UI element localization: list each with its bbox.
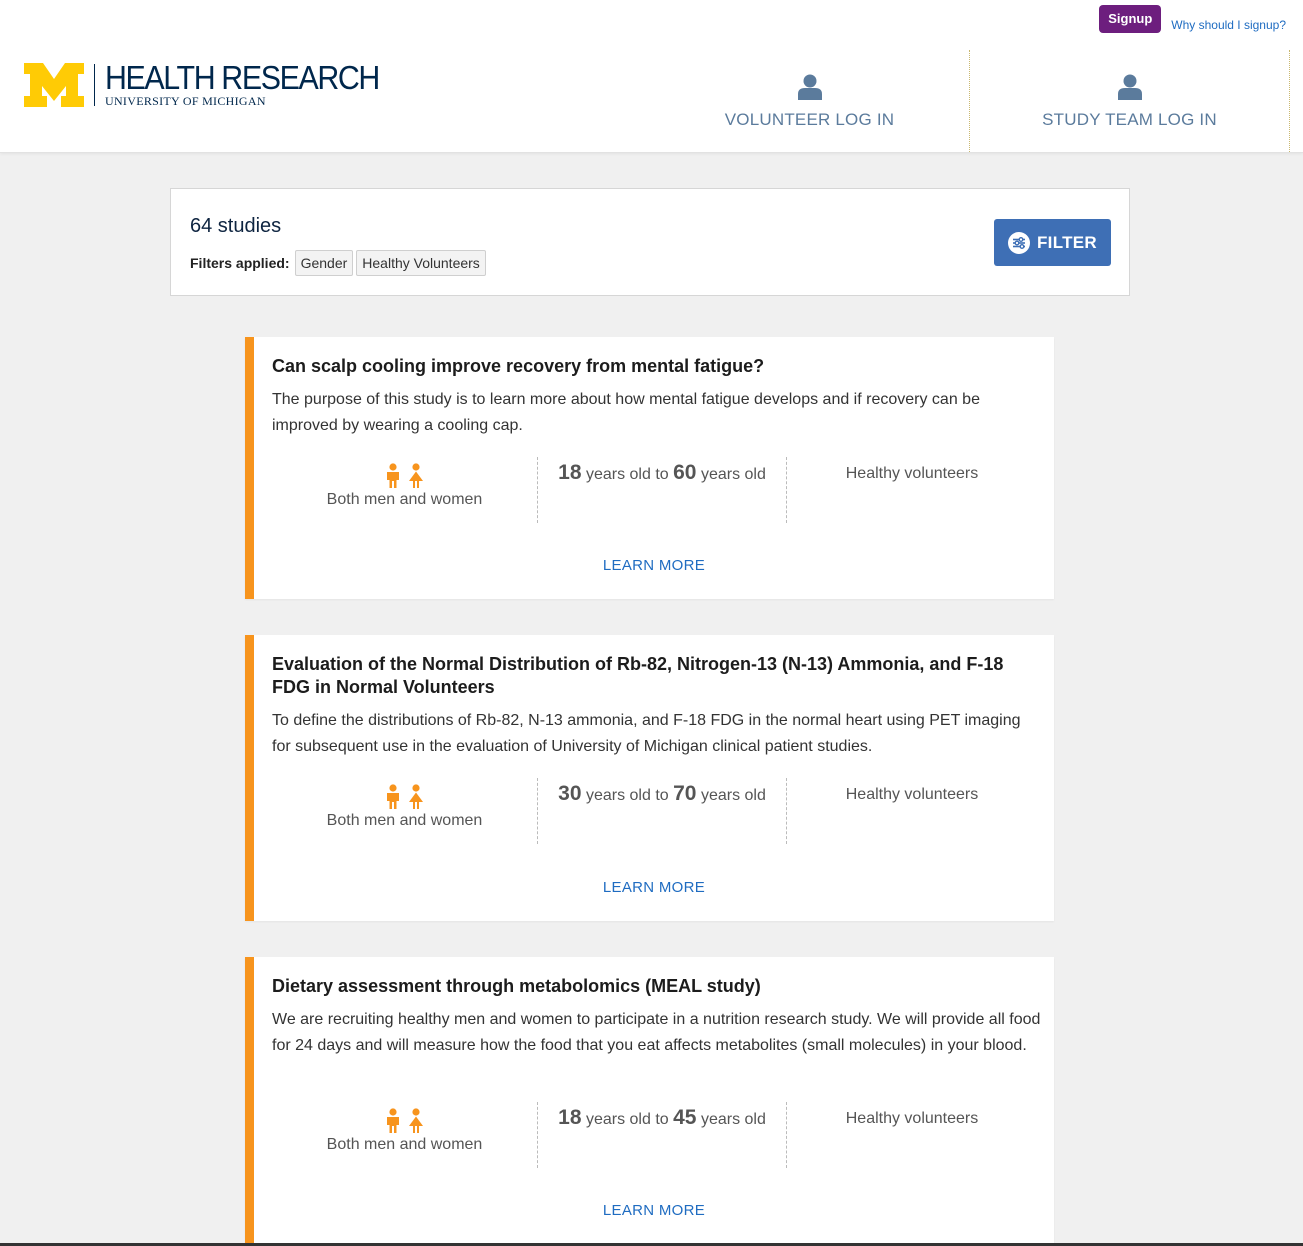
gender-text: Both men and women <box>326 812 483 829</box>
age-range: 30 years old to 70 years old <box>538 778 787 844</box>
study-team-login-tab[interactable]: STUDY TEAM LOG IN <box>970 50 1290 152</box>
gender-text: Both men and women <box>326 491 483 508</box>
why-signup-link[interactable]: Why should I signup? <box>1171 18 1286 32</box>
study-title[interactable]: Can scalp cooling improve recovery from … <box>272 355 1042 378</box>
age-min: 18 <box>558 1106 582 1129</box>
age-max: 45 <box>673 1106 697 1129</box>
study-description: The purpose of this study is to learn mo… <box>272 391 980 434</box>
study-description: To define the distributions of Rb-82, N-… <box>272 712 1021 755</box>
study-title[interactable]: Dietary assessment through metabolomics … <box>272 975 1042 998</box>
volunteer-type-text: Healthy volunteers <box>845 786 979 803</box>
filter-button-label: FILTER <box>1036 232 1098 252</box>
volunteer-login-tab[interactable]: VOLUNTEER LOG IN <box>650 50 970 152</box>
person-icon <box>797 74 822 100</box>
gender-text: Both men and women <box>326 1136 483 1153</box>
age-end-text: years old <box>700 1111 766 1128</box>
applied-filters: Filters applied: Gender Healthy Voluntee… <box>190 250 489 276</box>
male-icon <box>386 1108 399 1133</box>
logo-subtitle: UNIVERSITY OF MICHIGAN <box>105 94 266 108</box>
age-max: 60 <box>673 461 697 484</box>
age-range: 18 years old to 60 years old <box>538 457 787 523</box>
volunteer-type-text: Healthy volunteers <box>845 1110 979 1127</box>
male-icon <box>386 463 399 488</box>
filters-label: Filters applied: <box>190 255 290 271</box>
study-card: Evaluation of the Normal Distribution of… <box>245 635 1054 921</box>
study-card: Can scalp cooling improve recovery from … <box>245 337 1054 599</box>
person-icon <box>1117 74 1142 100</box>
block-m-icon <box>24 62 84 107</box>
filter-button[interactable]: FILTER <box>994 219 1111 266</box>
female-icon <box>408 463 423 488</box>
filter-chip-healthy-volunteers[interactable]: Healthy Volunteers <box>356 250 486 276</box>
volunteer-type: Healthy volunteers <box>787 457 1037 523</box>
learn-more-link[interactable]: LEARN MORE <box>254 1202 1054 1219</box>
age-range: 18 years old to 45 years old <box>538 1102 787 1168</box>
study-description: We are recruiting healthy men and women … <box>272 1011 1041 1054</box>
top-bar: Signup Why should I signup? <box>1099 5 1286 33</box>
female-icon <box>408 1108 423 1133</box>
volunteer-type-text: Healthy volunteers <box>845 465 979 482</box>
filter-chip-gender[interactable]: Gender <box>294 250 354 276</box>
learn-more-link[interactable]: LEARN MORE <box>254 879 1054 896</box>
login-nav: VOLUNTEER LOG IN STUDY TEAM LOG IN <box>650 50 1290 152</box>
study-count: 64 studies <box>190 215 282 237</box>
age-end-text: years old <box>700 787 766 804</box>
age-max: 70 <box>673 782 697 805</box>
site-logo[interactable]: HEALTH RESEARCH UNIVERSITY OF MICHIGAN <box>24 59 403 108</box>
study-card: Dietary assessment through metabolomics … <box>245 957 1054 1243</box>
study-info-row: Both men and women 30 years old to 70 ye… <box>272 778 1042 844</box>
site-header: Signup Why should I signup? HEALTH RESEA… <box>0 0 1303 153</box>
volunteer-type: Healthy volunteers <box>787 1102 1037 1168</box>
signup-button[interactable]: Signup <box>1099 5 1162 33</box>
male-icon <box>386 784 399 809</box>
volunteer-login-label: VOLUNTEER LOG IN <box>724 110 895 129</box>
volunteer-type: Healthy volunteers <box>787 778 1037 844</box>
gender-column: Both men and women <box>272 778 538 844</box>
age-mid-text: years old to <box>585 466 669 483</box>
age-end-text: years old <box>700 466 766 483</box>
female-icon <box>408 784 423 809</box>
logo-title: HEALTH RESEARCH <box>105 59 380 96</box>
study-info-row: Both men and women 18 years old to 60 ye… <box>272 457 1042 523</box>
learn-more-link[interactable]: LEARN MORE <box>254 557 1054 574</box>
logo-text: HEALTH RESEARCH UNIVERSITY OF MICHIGAN <box>105 59 403 108</box>
study-info-row: Both men and women 18 years old to 45 ye… <box>272 1102 1042 1168</box>
age-min: 18 <box>558 461 582 484</box>
gender-column: Both men and women <box>272 457 538 523</box>
gender-column: Both men and women <box>272 1102 538 1168</box>
age-mid-text: years old to <box>585 787 669 804</box>
results-summary: 64 studies Filters applied: Gender Healt… <box>170 188 1130 296</box>
age-mid-text: years old to <box>585 1111 669 1128</box>
study-team-login-label: STUDY TEAM LOG IN <box>1042 110 1217 129</box>
study-title[interactable]: Evaluation of the Normal Distribution of… <box>272 653 1042 699</box>
sliders-icon <box>1007 231 1030 254</box>
age-min: 30 <box>558 782 582 805</box>
logo-divider <box>94 63 95 106</box>
